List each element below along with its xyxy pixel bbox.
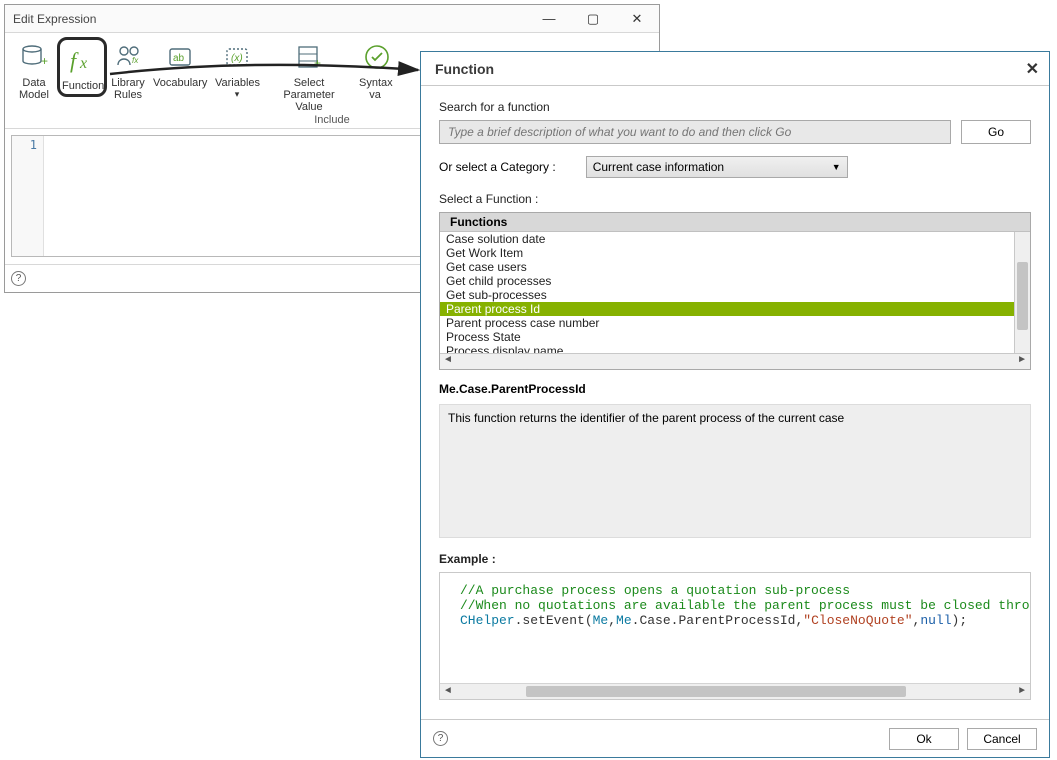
category-value: Current case information: [593, 160, 724, 174]
function-signature: Me.Case.ParentProcessId: [439, 382, 1031, 396]
ribbon-label: Data: [15, 77, 53, 89]
ribbon-label: Syntax: [359, 77, 391, 89]
ribbon-vocabulary[interactable]: ab Vocabulary: [149, 37, 211, 91]
edit-title: Edit Expression: [13, 12, 96, 26]
function-list-header: Functions: [440, 213, 1030, 232]
example-token: Me: [616, 613, 632, 628]
minimize-icon[interactable]: —: [527, 5, 571, 33]
example-token: .setEvent(: [515, 613, 593, 628]
svg-text:f: f: [70, 48, 79, 73]
ribbon-label: Variables: [215, 77, 259, 89]
ribbon-variables[interactable]: (x) Variables ▾: [211, 37, 263, 102]
function-titlebar: Function ✕: [421, 52, 1049, 86]
maximize-icon[interactable]: ▢: [571, 5, 615, 33]
vocabulary-icon: ab: [162, 39, 198, 75]
example-token: null: [920, 613, 951, 628]
function-row[interactable]: Get child processes: [440, 274, 1014, 288]
ribbon-label2: ▾: [215, 89, 259, 100]
search-input[interactable]: [439, 120, 951, 144]
svg-text:+: +: [314, 56, 321, 70]
horizontal-scrollbar[interactable]: ◄►: [440, 353, 1030, 369]
function-dialog: Function ✕ Search for a function Go Or s…: [420, 51, 1050, 758]
svg-text:x: x: [79, 55, 87, 72]
help-icon[interactable]: ?: [433, 731, 448, 746]
grid-icon: +: [291, 39, 327, 75]
ribbon-label2: Rules: [111, 89, 145, 101]
select-function-label: Select a Function :: [439, 192, 1031, 206]
svg-text:+: +: [41, 54, 48, 68]
category-select[interactable]: Current case information ▼: [586, 156, 848, 178]
example-token: Me: [593, 613, 609, 628]
function-row[interactable]: Case solution date: [440, 232, 1014, 246]
function-row[interactable]: Parent process case number: [440, 316, 1014, 330]
svg-text:(x): (x): [231, 53, 243, 64]
ribbon-label: Vocabulary: [153, 77, 207, 89]
ribbon-label2: Value: [267, 101, 351, 113]
example-label: Example :: [439, 552, 1031, 566]
function-list: Functions Case solution dateGet Work Ite…: [439, 212, 1031, 370]
check-icon: [359, 39, 395, 75]
function-row[interactable]: Get Work Item: [440, 246, 1014, 260]
chevron-down-icon: ▼: [832, 162, 841, 172]
example-token: ,: [608, 613, 616, 628]
function-footer: ? Ok Cancel: [421, 719, 1049, 757]
ribbon-select-parameter[interactable]: + Select Parameter Value: [263, 37, 355, 115]
database-icon: +: [16, 39, 52, 75]
category-label: Or select a Category :: [439, 160, 556, 174]
example-scrollbar[interactable]: ◄►: [440, 683, 1030, 699]
people-icon: fx: [111, 39, 147, 75]
ribbon-label2: Model: [15, 89, 53, 101]
function-row[interactable]: Process State: [440, 330, 1014, 344]
close-icon[interactable]: ✕: [1026, 59, 1039, 79]
svg-text:ab: ab: [173, 53, 185, 64]
ok-button[interactable]: Ok: [889, 728, 959, 750]
close-icon[interactable]: ✕: [615, 5, 659, 33]
ribbon-label: Library: [111, 77, 145, 89]
ribbon-function[interactable]: f x Function: [57, 37, 107, 97]
fx-icon: f x: [64, 42, 100, 78]
svg-text:fx: fx: [132, 56, 139, 65]
example-box: //A purchase process opens a quotation s…: [439, 572, 1031, 700]
search-label: Search for a function: [439, 100, 1031, 114]
example-token: .Case.ParentProcessId,: [632, 613, 804, 628]
ribbon-library-rules[interactable]: fx Library Rules: [107, 37, 149, 103]
ribbon-syntax[interactable]: Syntax va: [355, 37, 395, 103]
ribbon-label: Select Parameter: [267, 77, 351, 101]
cancel-button[interactable]: Cancel: [967, 728, 1037, 750]
example-token: "CloseNoQuote": [803, 613, 912, 628]
example-token: CHelper: [460, 613, 515, 628]
function-row[interactable]: Get sub-processes: [440, 288, 1014, 302]
vertical-scrollbar[interactable]: [1014, 232, 1030, 353]
function-description: This function returns the identifier of …: [439, 404, 1031, 538]
go-button[interactable]: Go: [961, 120, 1031, 144]
variables-icon: (x): [219, 39, 255, 75]
function-title: Function: [435, 61, 494, 77]
example-line: //A purchase process opens a quotation s…: [460, 583, 850, 598]
editor-gutter: 1: [12, 136, 44, 256]
example-token: );: [952, 613, 968, 628]
ribbon-label: Function: [62, 80, 102, 92]
line-number: 1: [12, 138, 37, 152]
example-line: //When no quotations are available the p…: [460, 598, 1030, 613]
edit-titlebar: Edit Expression — ▢ ✕: [5, 5, 659, 33]
ribbon-label2: va: [359, 89, 391, 101]
function-row[interactable]: Get case users: [440, 260, 1014, 274]
help-icon[interactable]: ?: [11, 271, 26, 286]
function-row[interactable]: Parent process Id: [440, 302, 1014, 316]
ribbon-data-model[interactable]: + Data Model: [11, 37, 57, 103]
